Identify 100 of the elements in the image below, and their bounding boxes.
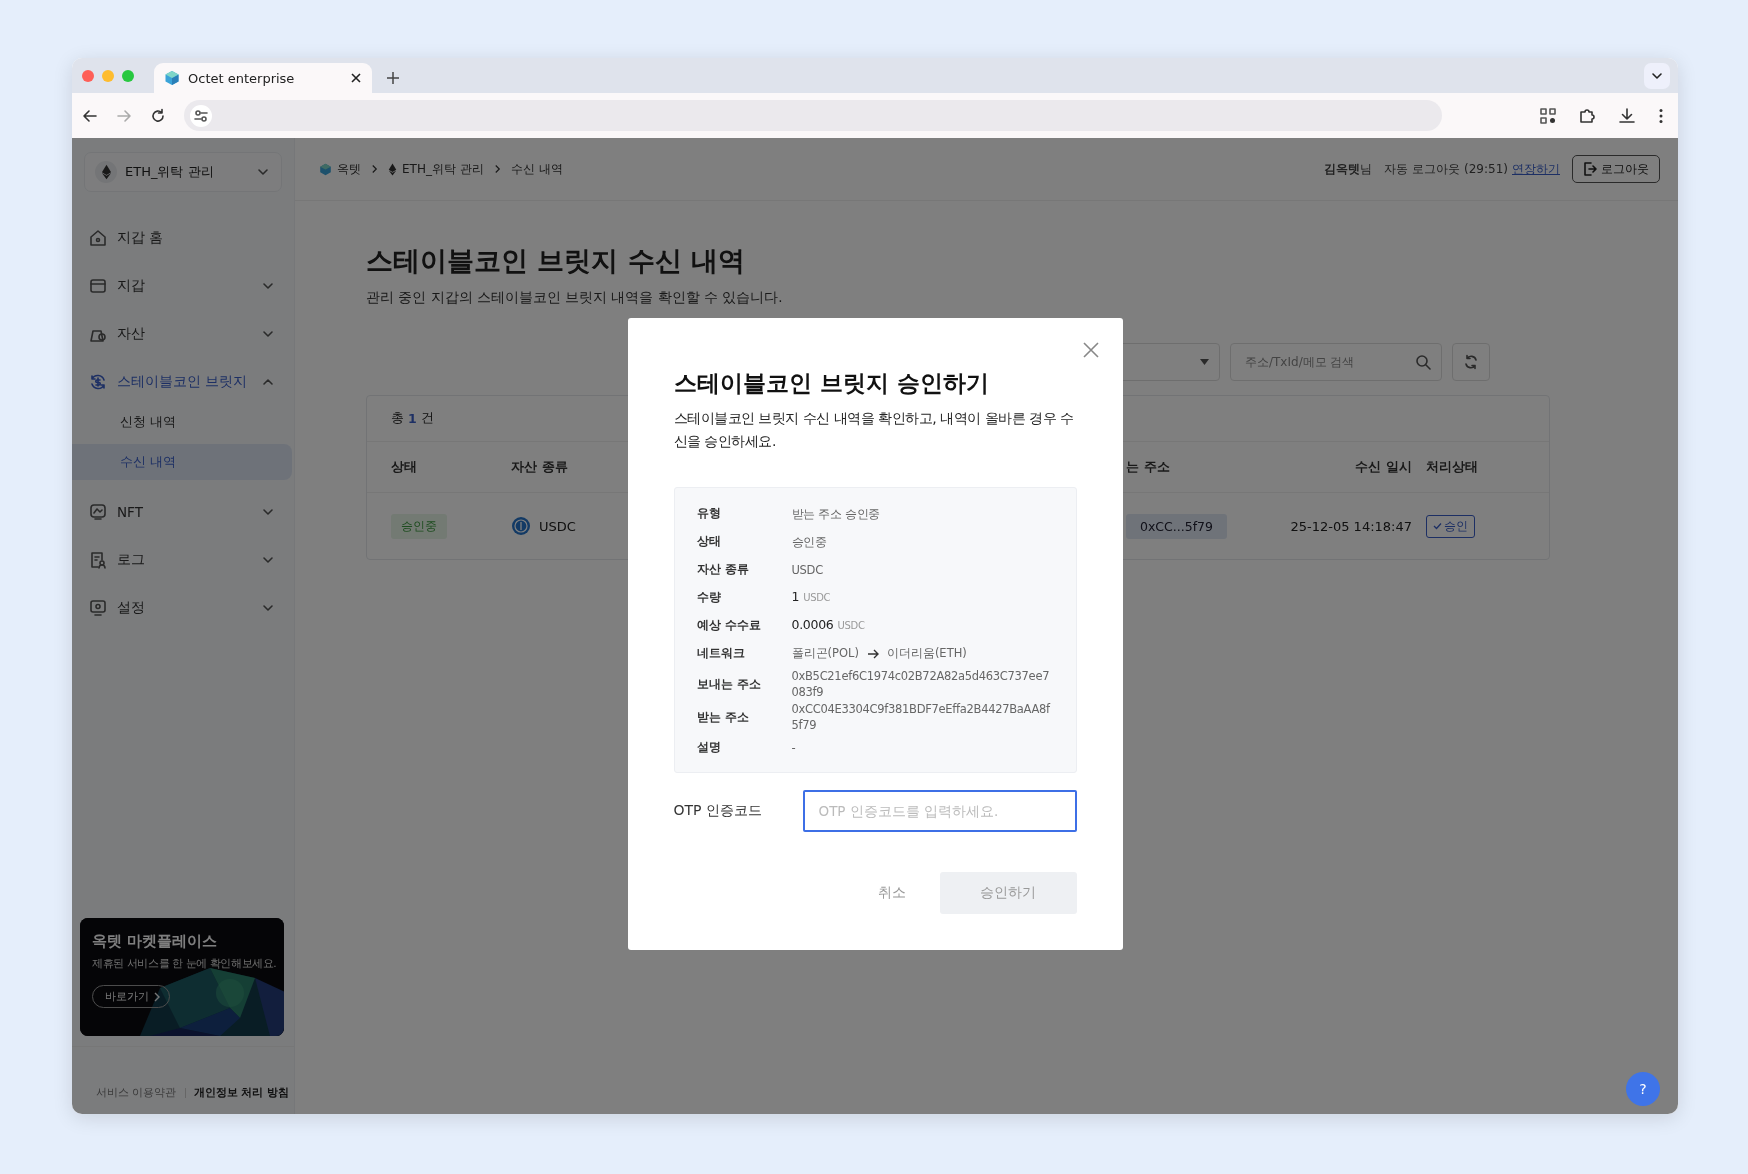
chevron-down-icon: [262, 602, 274, 614]
chevron-right-icon: [371, 164, 378, 174]
back-icon[interactable]: [82, 107, 98, 124]
extend-link[interactable]: 연장하기: [1512, 160, 1560, 178]
sidebar-item[interactable]: 로그: [72, 540, 294, 580]
detail-value: -: [791, 739, 797, 756]
approve-button[interactable]: 승인: [1426, 514, 1475, 538]
download-icon[interactable]: [1618, 106, 1636, 125]
total-label: 건: [420, 410, 434, 427]
search-field[interactable]: 주소/TxId/메모 검색: [1230, 343, 1442, 381]
sidebar-item[interactable]: 지갑: [72, 266, 294, 306]
sidebar-item[interactable]: 자산: [72, 314, 294, 354]
modal-title: 스테이블코인 브릿지 승인하기: [673, 369, 990, 398]
detail-label: 받는 주소: [696, 709, 750, 725]
auto-logout-timer: 자동 로그아웃 (29:51): [1384, 160, 1508, 178]
unit-label: USDC: [803, 592, 831, 603]
forward-icon[interactable]: [116, 107, 132, 124]
breadcrumb-link[interactable]: ETH_위탁 관리: [388, 160, 484, 178]
puzzle-icon[interactable]: [1578, 106, 1596, 125]
detail-value: USDC: [791, 561, 824, 578]
cancel-button[interactable]: 취소: [877, 884, 906, 902]
chevron-down-icon: [1651, 70, 1663, 82]
breadcrumb-link[interactable]: 수신 내역: [510, 160, 563, 178]
total-label: 총: [391, 410, 404, 427]
detail-label: 설명: [696, 740, 722, 755]
detail-value: 이더리움(ETH): [886, 646, 967, 661]
site-settings-icon[interactable]: [194, 108, 208, 123]
monitor-gear-icon: [89, 599, 107, 617]
check-icon: [1433, 522, 1442, 530]
sidebar-subitem[interactable]: 수신 내역: [72, 444, 292, 480]
detail-label: 보내는 주소: [696, 676, 762, 692]
address-chip: 0xCC...5f79: [1126, 513, 1227, 539]
wallet-selector[interactable]: ETH_위탁 관리: [84, 152, 282, 192]
tab-menu-button[interactable]: [1644, 63, 1670, 89]
tab-title: Octet enterprise: [188, 70, 296, 86]
chevron-down-icon: [262, 328, 274, 340]
column-header: 상태: [391, 458, 418, 476]
cube-icon: [164, 70, 180, 86]
sidebar-item[interactable]: 설정: [72, 588, 294, 628]
column-header: 수신 일시: [1354, 458, 1413, 476]
sidebar-item[interactable]: 스테이블코인 브릿지: [72, 362, 294, 402]
refresh-button[interactable]: [1452, 343, 1490, 381]
chevron-up-icon: [262, 376, 274, 388]
sidebar-subitem[interactable]: 신청 내역: [72, 404, 292, 440]
detail-label: 자산 종류: [696, 562, 750, 577]
column-header: 처리상태: [1426, 458, 1479, 476]
detail-label: 예상 수수료: [696, 618, 762, 633]
detail-value: 받는 주소 승인중: [791, 505, 882, 522]
caret-icon: [1200, 359, 1209, 365]
arrow-right-icon: [866, 648, 879, 659]
column-header: 는 주소: [1126, 458, 1171, 476]
otp-input-field[interactable]: OTP 인증코드를 입력하세요.: [802, 790, 1077, 832]
detail-label: 유형: [696, 506, 722, 521]
modal-description: 스테이블코인 브릿지 수신 내역을 확인하고, 내역이 올바른 경우 수신을 승인하세요.: [673, 409, 1075, 451]
wallet-icon: [89, 277, 107, 295]
browser-tab[interactable]: Octet enterprise: [154, 63, 372, 93]
search-icon: [1415, 354, 1431, 370]
window-control-icon[interactable]: [82, 69, 94, 82]
chevron-down-icon: [262, 506, 274, 518]
user-name: 김옥텟님: [1324, 160, 1373, 178]
table-cell-text: 25-12-05 14:18:47: [1289, 518, 1413, 534]
detail-value: 0.0006: [791, 617, 834, 632]
logout-button[interactable]: 로그아웃: [1572, 155, 1660, 183]
sidebar-item[interactable]: 지갑 홈: [72, 218, 294, 258]
detail-value: 1: [791, 589, 800, 604]
column-header: 자산 종류: [511, 458, 569, 476]
chevron-down-icon: [262, 554, 274, 566]
house-icon: [89, 229, 107, 247]
promo-text: 제휴된 서비스를 한 눈에 확인해보세요.: [92, 957, 277, 971]
status-badge: 승인중: [391, 513, 447, 539]
unit-label: USDC: [837, 620, 865, 631]
ethereum-icon: [388, 162, 397, 176]
new-tab-icon[interactable]: [386, 71, 400, 85]
detail-value: 0xB5C21ef6C1974c02B72A82a5d463C737ee7083f9: [791, 668, 1051, 700]
page-title: 스테이블코인 브릿지 수신 내역: [366, 244, 747, 278]
close-icon[interactable]: [350, 72, 362, 84]
total-count: 1: [408, 411, 417, 426]
chevron-down-icon: [257, 166, 269, 178]
detail-label: 네트워크: [696, 646, 746, 661]
sidebar-item[interactable]: NFT: [72, 492, 294, 532]
detail-label: 수량: [696, 590, 722, 605]
chevron-down-icon: [262, 280, 274, 292]
chevron-right-icon: [153, 991, 161, 1002]
cube-icon: [319, 162, 332, 176]
coin-icon: [511, 516, 531, 536]
detail-value: 0xCC04E3304C9f381BDF7eEffa2B4427BaAA8f5f79: [791, 701, 1052, 733]
ethereum-icon: [100, 164, 112, 180]
detail-value: 폴리곤(POL): [791, 646, 859, 661]
logout-icon: [1583, 162, 1597, 176]
more-menu-icon[interactable]: [1658, 107, 1664, 124]
qr-code-icon[interactable]: [1540, 107, 1556, 124]
document-user-icon: [89, 551, 107, 569]
exchange-icon: [89, 373, 107, 391]
reload-icon[interactable]: [150, 107, 166, 124]
chevron-right-icon: [493, 164, 501, 174]
page-subtitle: 관리 중인 지갑의 스테이블코인 브릿지 내역을 확인할 수 있습니다.: [366, 289, 784, 307]
footer-link[interactable]: 개인정보 처리 방침: [193, 1085, 290, 1100]
detail-label: 상태: [696, 534, 722, 549]
footer-link[interactable]: 서비스 이용약관: [96, 1085, 177, 1100]
breadcrumb-link[interactable]: 옥텟: [319, 160, 361, 178]
